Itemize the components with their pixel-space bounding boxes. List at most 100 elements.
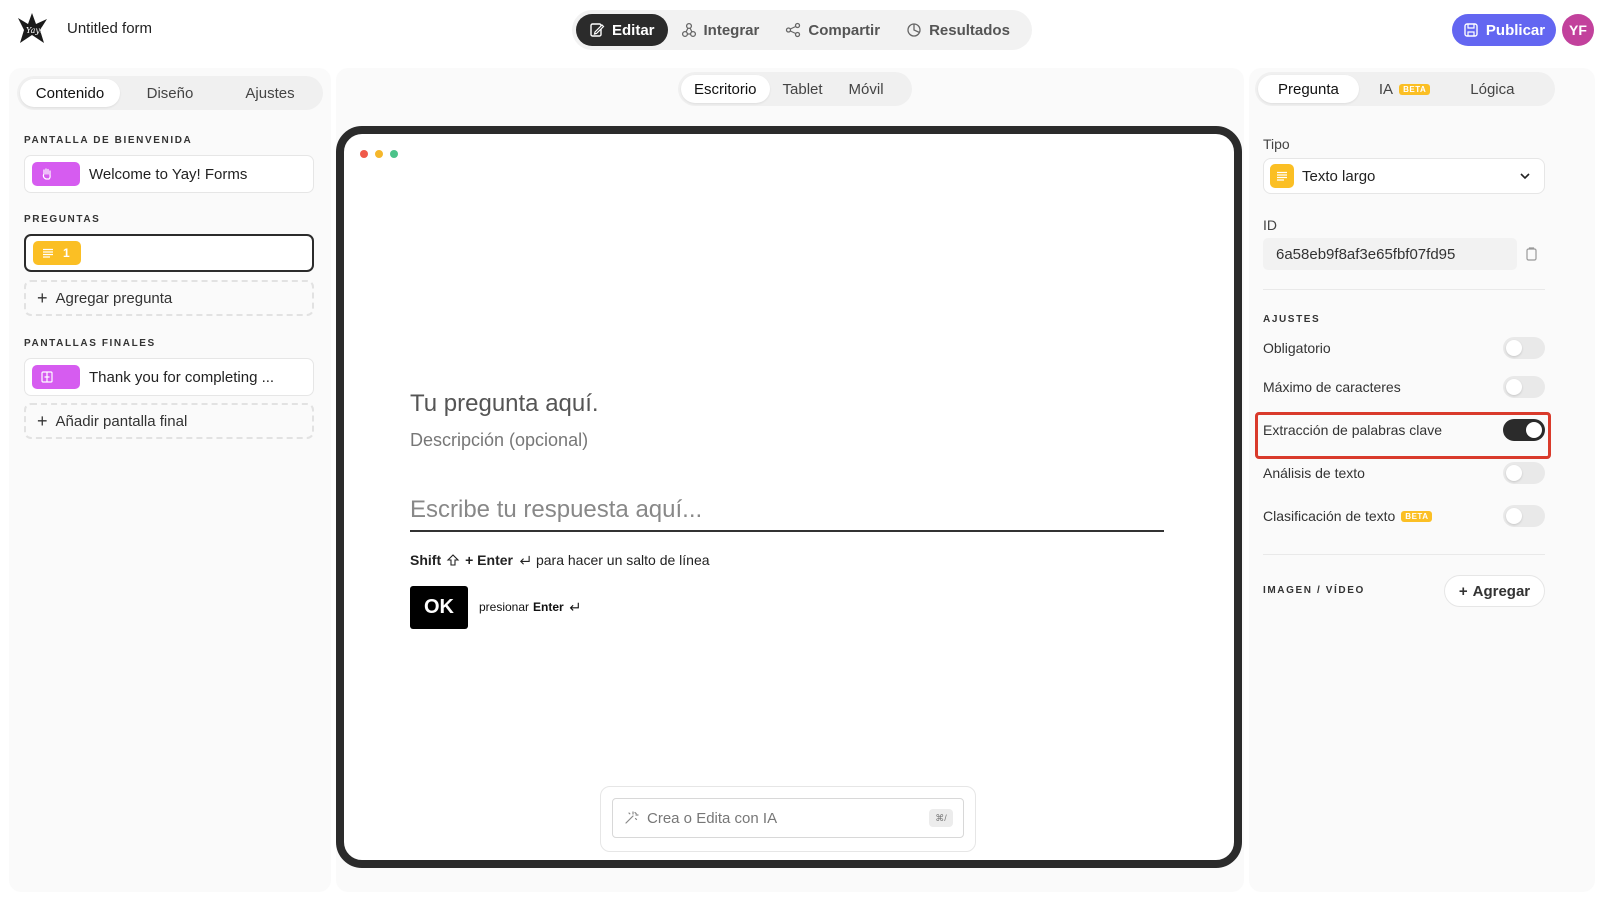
properties-panel: Pregunta IA BETA Lógica Tipo Texto largo… bbox=[1249, 68, 1595, 892]
ok-button[interactable]: OK bbox=[410, 586, 468, 629]
divider bbox=[1263, 289, 1545, 290]
tab-ia[interactable]: IA BETA bbox=[1359, 75, 1450, 103]
tab-logica[interactable]: Lógica bbox=[1450, 75, 1534, 103]
id-label: ID bbox=[1263, 217, 1277, 233]
setting-obligatorio: Obligatorio bbox=[1263, 336, 1545, 360]
shift-icon bbox=[446, 554, 460, 566]
red-dot-icon bbox=[360, 150, 368, 158]
beta-badge: BETA bbox=[1401, 510, 1433, 522]
tab-editar-label: Editar bbox=[612, 21, 655, 39]
plus-icon: + bbox=[1458, 582, 1468, 600]
tab-integrar-label: Integrar bbox=[703, 21, 760, 39]
question-id-field[interactable]: 6a58eb9f8af3e65fbf07fd95 bbox=[1263, 238, 1517, 270]
plus-icon: + bbox=[37, 411, 48, 431]
preview-area: Escritorio Tablet Móvil Tu pregunta aquí… bbox=[336, 68, 1244, 892]
welcome-screen-heading: PANTALLA DE BIENVENIDA bbox=[24, 135, 193, 146]
media-heading: IMAGEN / VÍDEO bbox=[1263, 585, 1365, 596]
form-title[interactable]: Untitled form bbox=[67, 20, 152, 37]
tab-resultados[interactable]: Resultados bbox=[893, 14, 1023, 46]
question-card[interactable]: 1 bbox=[24, 234, 314, 272]
long-text-icon bbox=[43, 248, 53, 258]
setting-max-chars-label: Máximo de caracteres bbox=[1263, 379, 1401, 395]
tab-contenido[interactable]: Contenido bbox=[20, 79, 120, 107]
tab-tablet[interactable]: Tablet bbox=[770, 75, 836, 103]
answer-field[interactable]: Escribe tu respuesta aquí... bbox=[410, 492, 1164, 532]
tab-editar[interactable]: Editar bbox=[576, 14, 668, 46]
publish-button-label: Publicar bbox=[1485, 21, 1546, 39]
avatar[interactable]: YF bbox=[1562, 14, 1594, 46]
sidebar-tabs: Contenido Diseño Ajustes bbox=[17, 76, 323, 110]
device-tabs: Escritorio Tablet Móvil bbox=[678, 72, 912, 106]
green-dot-icon bbox=[390, 150, 398, 158]
chevron-down-icon bbox=[1520, 173, 1530, 180]
press-key: Enter bbox=[533, 600, 564, 614]
publish-button[interactable]: Publicar bbox=[1452, 14, 1556, 46]
tab-resultados-label: Resultados bbox=[929, 21, 1010, 39]
welcome-screen-title: Welcome to Yay! Forms bbox=[89, 165, 248, 183]
properties-tabs: Pregunta IA BETA Lógica bbox=[1255, 72, 1555, 106]
return-icon bbox=[569, 602, 579, 611]
tab-diseno[interactable]: Diseño bbox=[120, 79, 220, 107]
add-question-label: Agregar pregunta bbox=[55, 289, 173, 307]
tab-ajustes[interactable]: Ajustes bbox=[220, 79, 320, 107]
edit-icon bbox=[590, 23, 605, 37]
text-classification-toggle[interactable] bbox=[1503, 505, 1545, 527]
welcome-chip bbox=[32, 162, 80, 186]
tab-movil[interactable]: Móvil bbox=[836, 75, 897, 103]
magic-wand-icon bbox=[625, 811, 639, 824]
window-dots bbox=[360, 150, 398, 158]
question-number: 1 bbox=[63, 246, 70, 260]
setting-text-analysis-label: Análisis de texto bbox=[1263, 465, 1365, 481]
type-label: Tipo bbox=[1263, 136, 1290, 152]
obligatorio-toggle[interactable] bbox=[1503, 337, 1545, 359]
text-analysis-toggle[interactable] bbox=[1503, 462, 1545, 484]
hand-wave-icon bbox=[42, 168, 51, 180]
add-end-screen-button[interactable]: + Añadir pantalla final bbox=[24, 403, 314, 439]
end-screen-chip bbox=[32, 365, 80, 389]
hint-enter-key: + Enter bbox=[465, 552, 513, 568]
end-screen-card[interactable]: Thank you for completing ... bbox=[24, 358, 314, 396]
max-chars-toggle[interactable] bbox=[1503, 376, 1545, 398]
line-break-hint: Shift + Enter para hacer un salto de lín… bbox=[410, 552, 710, 568]
yellow-dot-icon bbox=[375, 150, 383, 158]
device-frame: Tu pregunta aquí. Descripción (opcional)… bbox=[336, 126, 1242, 868]
add-question-button[interactable]: + Agregar pregunta bbox=[24, 280, 314, 316]
tab-escritorio[interactable]: Escritorio bbox=[681, 75, 770, 103]
main-tabs: Editar Integrar Compartir Resultados bbox=[572, 10, 1032, 50]
tab-pregunta[interactable]: Pregunta bbox=[1258, 75, 1359, 103]
copy-icon[interactable] bbox=[1523, 246, 1539, 262]
return-icon bbox=[519, 555, 530, 565]
add-media-button[interactable]: + Agregar bbox=[1444, 575, 1545, 607]
setting-obligatorio-label: Obligatorio bbox=[1263, 340, 1331, 356]
svg-text:Yay!: Yay! bbox=[26, 26, 43, 35]
ai-placeholder: Crea o Edita con IA bbox=[647, 809, 778, 827]
end-screen-title: Thank you for completing ... bbox=[89, 368, 275, 386]
tab-compartir-label: Compartir bbox=[808, 21, 881, 39]
press-label: presionar bbox=[479, 600, 530, 614]
hint-shift-key: Shift bbox=[410, 552, 442, 568]
tab-integrar[interactable]: Integrar bbox=[668, 14, 773, 46]
tab-compartir[interactable]: Compartir bbox=[772, 14, 893, 46]
welcome-screen-card[interactable]: Welcome to Yay! Forms bbox=[24, 155, 314, 193]
top-bar: Yay! Untitled form Editar Integrar Compa… bbox=[0, 0, 1600, 60]
keyword-extraction-toggle[interactable] bbox=[1503, 419, 1545, 441]
questions-heading: PREGUNTAS bbox=[24, 214, 101, 225]
divider bbox=[1263, 554, 1545, 555]
setting-text-analysis: Análisis de texto bbox=[1263, 461, 1545, 485]
question-description[interactable]: Descripción (opcional) bbox=[410, 430, 588, 451]
content-sidebar: Contenido Diseño Ajustes PANTALLA DE BIE… bbox=[9, 68, 331, 892]
tab-ia-label: IA bbox=[1378, 80, 1394, 98]
ai-prompt-input[interactable]: Crea o Edita con IA ⌘/ bbox=[612, 798, 964, 838]
yay-forms-logo-icon[interactable]: Yay! bbox=[14, 10, 50, 46]
ai-shortcut-badge: ⌘/ bbox=[929, 809, 953, 827]
hint-text: para hacer un salto de línea bbox=[535, 552, 710, 568]
publish-icon bbox=[1464, 23, 1478, 37]
question-type-select[interactable]: Texto largo bbox=[1263, 158, 1545, 194]
long-text-icon bbox=[1270, 164, 1294, 188]
setting-keyword-extraction-label: Extracción de palabras clave bbox=[1263, 422, 1442, 438]
setting-text-classification: Clasificación de texto BETA bbox=[1263, 504, 1545, 528]
question-title[interactable]: Tu pregunta aquí. bbox=[410, 390, 599, 418]
end-screens-heading: PANTALLAS FINALES bbox=[24, 338, 156, 349]
question-type-value: Texto largo bbox=[1302, 167, 1376, 185]
exit-icon bbox=[41, 371, 53, 383]
